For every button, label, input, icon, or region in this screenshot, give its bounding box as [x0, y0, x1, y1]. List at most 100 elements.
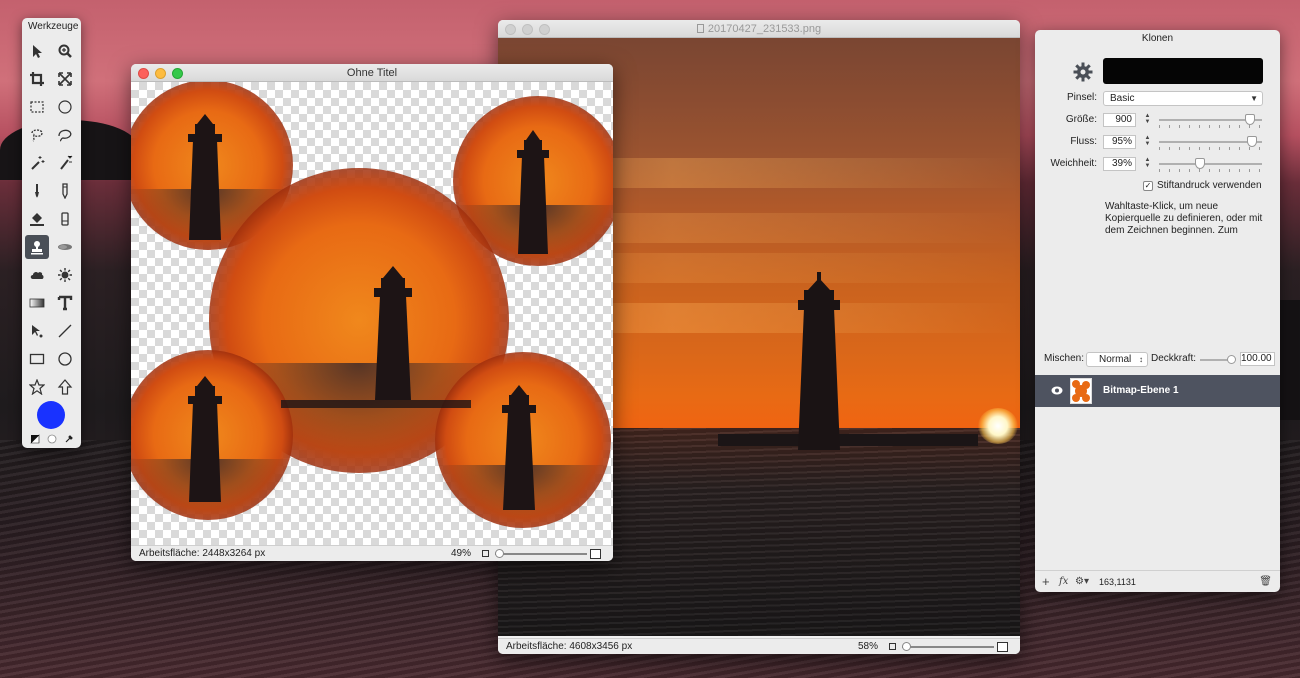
untitled-window-titlebar[interactable]: Ohne Titel — [131, 64, 613, 82]
brush-label: Pinsel: — [1066, 92, 1097, 103]
flow-label: Fluss: — [1070, 136, 1097, 147]
flow-stepper[interactable]: ▲ ▼ — [1144, 135, 1151, 149]
untitled-window: Ohne Titel Arbeitsfläche: 2448x3264 px 4… — [131, 64, 613, 561]
flow-slider[interactable] — [1159, 136, 1262, 150]
size-slider[interactable] — [1159, 114, 1262, 128]
quick-select-tool[interactable] — [53, 151, 77, 175]
rect-select-tool[interactable] — [25, 95, 49, 119]
inspector-bottom-bar: + fx ⚙▾ 163,1131 🗑 — [1035, 570, 1280, 592]
brush-tool[interactable] — [25, 179, 49, 203]
color-mini-tools — [30, 433, 74, 445]
size-stepper[interactable]: ▲ ▼ — [1144, 113, 1151, 127]
layer-blend-bar: Mischen: Normal ↕ Deckkraft: 100.00 — [1035, 349, 1280, 369]
fill-tool[interactable] — [25, 207, 49, 231]
sun-tool[interactable] — [53, 263, 77, 287]
zoom-slider-knob[interactable] — [902, 642, 911, 651]
zoom-tool[interactable] — [53, 39, 77, 63]
untitled-canvas[interactable] — [131, 82, 613, 545]
pencil-tool[interactable] — [53, 179, 77, 203]
swap-colors-icon[interactable] — [30, 434, 40, 444]
ellipse-select-tool[interactable] — [53, 95, 77, 119]
visibility-eye-icon[interactable] — [1051, 386, 1063, 395]
gradient-tool[interactable] — [25, 291, 49, 315]
cursor-coordinates: 163,1131 — [1099, 577, 1136, 587]
cloud-tool[interactable] — [25, 263, 49, 287]
softness-row: Weichheit: 39% ▲ ▼ — [1035, 156, 1280, 172]
magic-wand-tool[interactable] — [25, 151, 49, 175]
zoom-slider[interactable] — [495, 549, 587, 558]
pen-pressure-label: Stiftandruck verwenden — [1157, 180, 1262, 191]
fx-icon[interactable]: fx — [1059, 571, 1068, 592]
color-well[interactable] — [37, 401, 65, 429]
poly-lasso-tool[interactable] — [53, 123, 77, 147]
line-tool[interactable] — [53, 319, 77, 343]
arrow-shape-tool[interactable] — [53, 375, 77, 399]
size-label: Größe: — [1065, 114, 1097, 125]
cloned-lighthouses — [188, 114, 549, 510]
rectangle-tool[interactable] — [25, 347, 49, 371]
eraser-tool[interactable] — [53, 207, 77, 231]
blend-mode-value: Normal — [1099, 354, 1132, 365]
blend-mode-select[interactable]: Normal ↕ — [1086, 352, 1148, 367]
photo-window-title: 20170427_231533.png — [498, 20, 1020, 38]
untitled-statusbar: Arbeitsfläche: 2448x3264 px 49% — [131, 545, 613, 561]
lasso-icon — [31, 129, 43, 142]
transform-tool[interactable] — [53, 67, 77, 91]
zoom-out-icon[interactable] — [482, 550, 489, 557]
opacity-field[interactable]: 100.00 — [1240, 352, 1275, 366]
size-field[interactable]: 900 — [1103, 113, 1136, 127]
size-slider-knob[interactable] — [1244, 114, 1255, 125]
pointer-tool[interactable] — [25, 39, 49, 63]
softness-slider-knob[interactable] — [1195, 158, 1206, 169]
brush-select[interactable]: Basic ▼ — [1103, 91, 1263, 106]
star-tool[interactable] — [25, 375, 49, 399]
photo-window-titlebar[interactable]: 20170427_231533.png — [498, 20, 1020, 38]
clone-tool[interactable] — [25, 235, 49, 259]
canvas-size-label: Arbeitsfläche: 4608x3456 px — [506, 641, 633, 652]
opacity-slider-knob[interactable] — [1227, 355, 1236, 364]
inspector-title: Klonen — [1141, 33, 1174, 44]
stamp-icon — [31, 241, 43, 255]
zoom-slider[interactable] — [902, 642, 994, 651]
zoom-in-icon[interactable] — [997, 642, 1008, 652]
text-tool[interactable] — [53, 291, 77, 315]
brush-value: Basic — [1110, 93, 1135, 104]
flow-slider-knob[interactable] — [1247, 136, 1258, 147]
brush-preview — [1103, 58, 1263, 84]
default-colors-icon[interactable] — [47, 434, 57, 444]
tools-panel: Werkzeuge — [22, 18, 81, 448]
crop-tool[interactable] — [25, 67, 49, 91]
smudge-tool[interactable] — [53, 235, 77, 259]
quick-select-icon — [60, 155, 73, 170]
clone-hint-text: Wahltaste-Klick, um neue Kopierquelle zu… — [1105, 201, 1263, 236]
path-select-tool[interactable] — [25, 319, 49, 343]
opacity-label: Deckkraft: — [1151, 353, 1197, 364]
arrow-icon — [33, 45, 42, 58]
poly-lasso-icon — [58, 129, 72, 142]
star-icon — [29, 379, 45, 395]
ellipse-tool[interactable] — [53, 347, 77, 371]
opacity-slider[interactable] — [1200, 355, 1236, 364]
layer-row[interactable]: Bitmap-Ebene 1 — [1035, 375, 1280, 407]
zoom-percent: 58% — [857, 641, 878, 652]
pen-pressure-checkbox[interactable]: ✓ — [1143, 181, 1153, 191]
add-layer-icon[interactable]: + — [1042, 571, 1050, 592]
tools-panel-title: Werkzeuge — [28, 21, 79, 32]
trash-icon[interactable]: 🗑 — [1259, 571, 1272, 592]
flow-field[interactable]: 95% — [1103, 135, 1136, 149]
magnifier-icon — [58, 44, 72, 58]
gear-icon[interactable] — [1073, 62, 1093, 82]
layer-settings-gear-icon[interactable]: ⚙▾ — [1075, 571, 1089, 592]
softness-field[interactable]: 39% — [1103, 157, 1136, 171]
brush-icon — [35, 184, 39, 198]
size-row: Größe: 900 ▲ ▼ — [1035, 112, 1280, 128]
lasso-tool[interactable] — [25, 123, 49, 147]
document-icon — [696, 24, 704, 33]
softness-stepper[interactable]: ▲ ▼ — [1144, 157, 1151, 171]
zoom-in-icon[interactable] — [590, 549, 601, 559]
zoom-slider-knob[interactable] — [495, 549, 504, 558]
softness-slider[interactable] — [1159, 158, 1262, 172]
canvas-size-label: Arbeitsfläche: 2448x3264 px — [139, 548, 266, 559]
zoom-out-icon[interactable] — [889, 643, 896, 650]
eyedropper-icon[interactable] — [64, 434, 74, 444]
